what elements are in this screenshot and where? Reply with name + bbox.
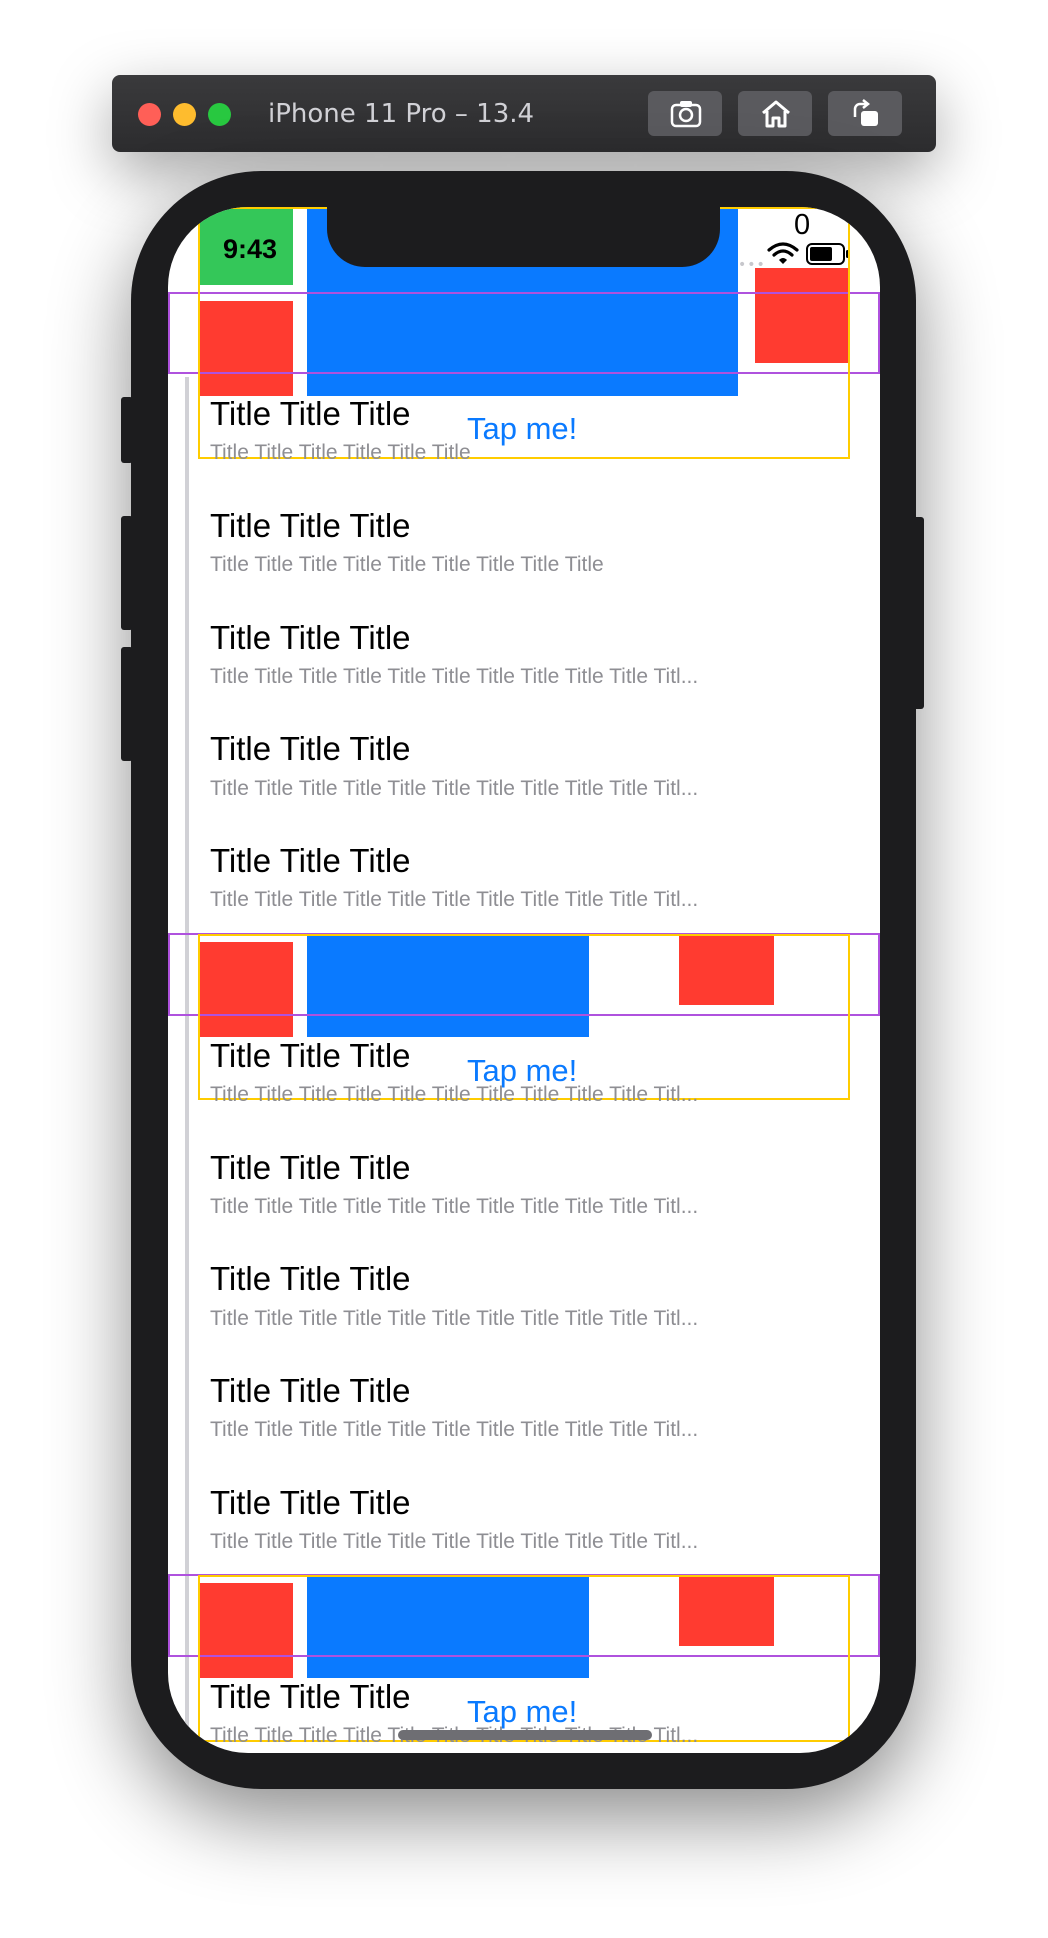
window-title: iPhone 11 Pro – 13.4 — [268, 99, 535, 129]
power-button — [912, 517, 924, 709]
screenshot-icon — [670, 101, 702, 128]
device-screen: 9:43 0 ••• Tap me! Title Title Title Tit… — [168, 207, 880, 1753]
close-button[interactable] — [138, 103, 161, 126]
row-title: Title Title Title — [210, 1149, 411, 1186]
row-title: Title Title Title — [210, 1037, 411, 1074]
row-subtitle: Title Title Title Title Title Title — [210, 441, 471, 464]
row-title: Title Title Title — [210, 1260, 411, 1297]
row-subtitle: Title Title Title Title Title Title Titl… — [210, 1530, 699, 1553]
row-title: Title Title Title — [210, 507, 411, 544]
list-left-rule — [185, 377, 189, 1753]
silent-switch — [121, 397, 133, 463]
rotate-icon — [853, 99, 878, 126]
rotate-button[interactable] — [828, 91, 902, 136]
row-title: Title Title Title — [210, 842, 411, 879]
row-title: Title Title Title — [210, 1372, 411, 1409]
simulator-title-bar: iPhone 11 Pro – 13.4 — [112, 75, 936, 152]
row-subtitle: Title Title Title Title Title Title Titl… — [210, 1307, 699, 1330]
home-button[interactable] — [738, 91, 812, 136]
row-subtitle: Title Title Title Title Title Title Titl… — [210, 888, 699, 911]
screenshot-button[interactable] — [648, 91, 722, 136]
notch — [327, 207, 720, 267]
volume-up-button — [121, 516, 133, 630]
row-title: Title Title Title — [210, 1678, 411, 1715]
home-indicator[interactable] — [398, 1730, 652, 1740]
row-subtitle: Title Title Title Title Title Title Titl… — [210, 1083, 699, 1106]
zoom-button[interactable] — [208, 103, 231, 126]
row-title: Title Title Title — [210, 619, 411, 656]
home-icon — [762, 100, 790, 128]
minimize-button[interactable] — [173, 103, 196, 126]
row-subtitle: Title Title Title Title Title Title Titl… — [210, 1195, 699, 1218]
row-subtitle: Title Title Title Title Title Title Titl… — [210, 777, 699, 800]
row-title: Title Title Title — [210, 395, 411, 432]
volume-down-button — [121, 647, 133, 761]
row-subtitle: Title Title Title Title Title Title Titl… — [210, 1418, 699, 1441]
row-title: Title Title Title — [210, 730, 411, 767]
row-title: Title Title Title — [210, 1484, 411, 1521]
row-subtitle: Title Title Title Title Title Title Titl… — [210, 553, 604, 576]
row-subtitle: Title Title Title Title Title Title Titl… — [210, 665, 699, 688]
